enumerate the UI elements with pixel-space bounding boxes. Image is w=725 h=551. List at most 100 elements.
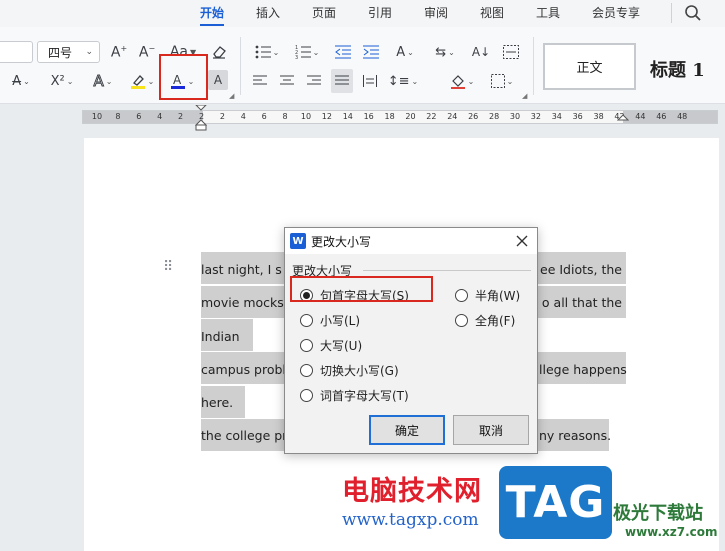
ruler-tick: 16 xyxy=(363,112,374,121)
ruler-tick: 2 xyxy=(178,112,184,121)
expand-icon: ◢ xyxy=(522,92,528,100)
borders-button[interactable]: ⌄ xyxy=(486,69,518,93)
svg-text:3: 3 xyxy=(295,55,298,59)
radio-capitalize-words[interactable]: 词首字母大写(T) xyxy=(300,387,409,404)
doc-line: the college pr xyxy=(201,428,288,443)
ruler-tick: 8 xyxy=(115,112,121,121)
swap-arrows-icon: ⇆ xyxy=(435,44,447,60)
expand-icon: ◢ xyxy=(229,92,235,100)
superscript-icon: X² xyxy=(50,73,65,89)
ruler-tick: 26 xyxy=(468,112,479,121)
text-direction-button[interactable]: A ⌄ xyxy=(390,40,420,64)
drag-handle-icon[interactable]: ⠿ xyxy=(163,259,173,275)
highlight-button[interactable]: ⌄ xyxy=(126,69,158,93)
paint-bucket-icon xyxy=(450,75,465,89)
text-effect-icon: A xyxy=(93,72,104,91)
style-heading1[interactable]: 标题 1 xyxy=(650,56,705,82)
sort-button[interactable]: A↓ xyxy=(470,40,492,64)
ok-button[interactable]: 确定 xyxy=(369,415,445,445)
text-effect-button[interactable]: A ⌄ xyxy=(88,69,118,93)
tab-tools[interactable]: 工具 xyxy=(536,4,560,21)
watermark-tag-logo: TAG xyxy=(499,466,612,539)
line-spacing-button[interactable]: ↕≡ ⌄ xyxy=(387,69,419,93)
ruler-tick: 34 xyxy=(551,112,562,121)
radio-icon[interactable] xyxy=(455,314,468,327)
indent-marker-icon[interactable] xyxy=(195,105,207,131)
ruler-tick: 14 xyxy=(342,112,353,121)
ruler-tick: 4 xyxy=(157,112,163,121)
style-normal[interactable]: 正文 xyxy=(543,43,636,90)
radio-icon[interactable] xyxy=(300,389,313,402)
tab-page[interactable]: 页面 xyxy=(312,4,336,21)
radio-half-width[interactable]: 半角(W) xyxy=(455,287,520,304)
bullets-button[interactable]: ⌄ xyxy=(252,40,282,64)
horizontal-ruler[interactable]: 10 8 6 4 2 2 2 4 6 8 10 12 14 16 18 20 22 24 26 28 30 32 34 36 3… xyxy=(82,105,718,131)
justify-button[interactable] xyxy=(331,69,353,93)
chevron-down-icon: ⌄ xyxy=(85,47,93,57)
radio-label: 全角(F) xyxy=(475,314,516,328)
radio-icon[interactable] xyxy=(300,339,313,352)
eraser-icon xyxy=(213,46,226,59)
radio-icon[interactable] xyxy=(300,314,313,327)
search-icon[interactable] xyxy=(684,4,702,22)
ruler-tick: 30 xyxy=(509,112,521,121)
font-size-select[interactable]: 四号 ⌄ xyxy=(37,41,100,63)
numbering-button[interactable]: 123 ⌄ xyxy=(292,40,322,64)
clear-format-button[interactable] xyxy=(208,40,230,64)
ruler-tick: 28 xyxy=(489,112,500,121)
char-shading-button[interactable]: A xyxy=(208,70,228,90)
radio-uppercase[interactable]: 大写(U) xyxy=(300,337,362,354)
align-right-icon xyxy=(307,75,321,85)
increase-indent-button[interactable] xyxy=(360,40,382,64)
show-marks-button[interactable] xyxy=(500,40,522,64)
grow-font-button[interactable]: A+ xyxy=(108,40,130,64)
right-indent-marker-icon[interactable] xyxy=(617,114,629,124)
dialog-titlebar[interactable]: W 更改大小写 xyxy=(285,228,537,254)
radio-lowercase[interactable]: 小写(L) xyxy=(300,312,360,329)
chinese-layout-button[interactable]: ⇆ ⌄ xyxy=(430,40,460,64)
cancel-button[interactable]: 取消 xyxy=(453,415,529,445)
tab-member[interactable]: 会员专享 xyxy=(592,4,640,21)
tab-view[interactable]: 视图 xyxy=(480,4,504,21)
tab-insert[interactable]: 插入 xyxy=(256,4,280,21)
radio-icon[interactable] xyxy=(455,289,468,302)
align-center-button[interactable] xyxy=(277,69,297,93)
ruler-tick: 24 xyxy=(447,112,458,121)
dialog-title: 更改大小写 xyxy=(311,235,372,249)
highlighter-icon xyxy=(130,75,145,89)
shading-button[interactable]: ⌄ xyxy=(446,69,478,93)
font-family-select[interactable] xyxy=(0,41,33,63)
style-normal-label: 正文 xyxy=(576,61,603,76)
ruler-tick: 18 xyxy=(384,112,395,121)
ruler-tick: 8 xyxy=(282,112,288,121)
indent-icon xyxy=(363,45,379,59)
shrink-font-button[interactable]: A− xyxy=(136,40,158,64)
line-spacing-icon: ↕≡ xyxy=(387,73,410,89)
watermark-brand: 电脑技术网 xyxy=(342,476,482,507)
watermark-url: www.tagxp.com xyxy=(342,510,479,530)
strikethrough-button[interactable]: A ⌄ xyxy=(6,69,36,93)
doc-line: movie mocks xyxy=(201,295,284,310)
superscript-button[interactable]: X² ⌄ xyxy=(46,69,78,93)
close-icon[interactable] xyxy=(513,232,531,250)
shrink-font-icon: A− xyxy=(138,43,156,61)
table-marks-icon xyxy=(503,45,519,59)
distributed-button[interactable] xyxy=(360,69,380,93)
annotation-highlight-box xyxy=(290,276,433,302)
tab-home[interactable]: 开始 xyxy=(200,4,225,26)
doc-line: ee Idiots, the xyxy=(540,262,622,277)
radio-toggle-case[interactable]: 切换大小写(G) xyxy=(300,362,399,379)
ruler-tick: 32 xyxy=(530,112,541,121)
radio-icon[interactable] xyxy=(300,364,313,377)
tab-review[interactable]: 审阅 xyxy=(424,4,448,21)
menu-bar: 开始 插入 页面 引用 审阅 视图 工具 会员专享 xyxy=(0,0,725,27)
tab-references[interactable]: 引用 xyxy=(368,4,392,21)
wps-writer-icon: W xyxy=(290,233,306,249)
decrease-indent-button[interactable] xyxy=(332,40,354,64)
ruler-tick: 44 xyxy=(635,112,646,121)
align-left-button[interactable] xyxy=(250,69,270,93)
grow-font-icon: A+ xyxy=(110,43,128,61)
radio-full-width[interactable]: 全角(F) xyxy=(455,312,515,329)
align-right-button[interactable] xyxy=(304,69,324,93)
ruler-tick: 10 xyxy=(300,112,312,121)
